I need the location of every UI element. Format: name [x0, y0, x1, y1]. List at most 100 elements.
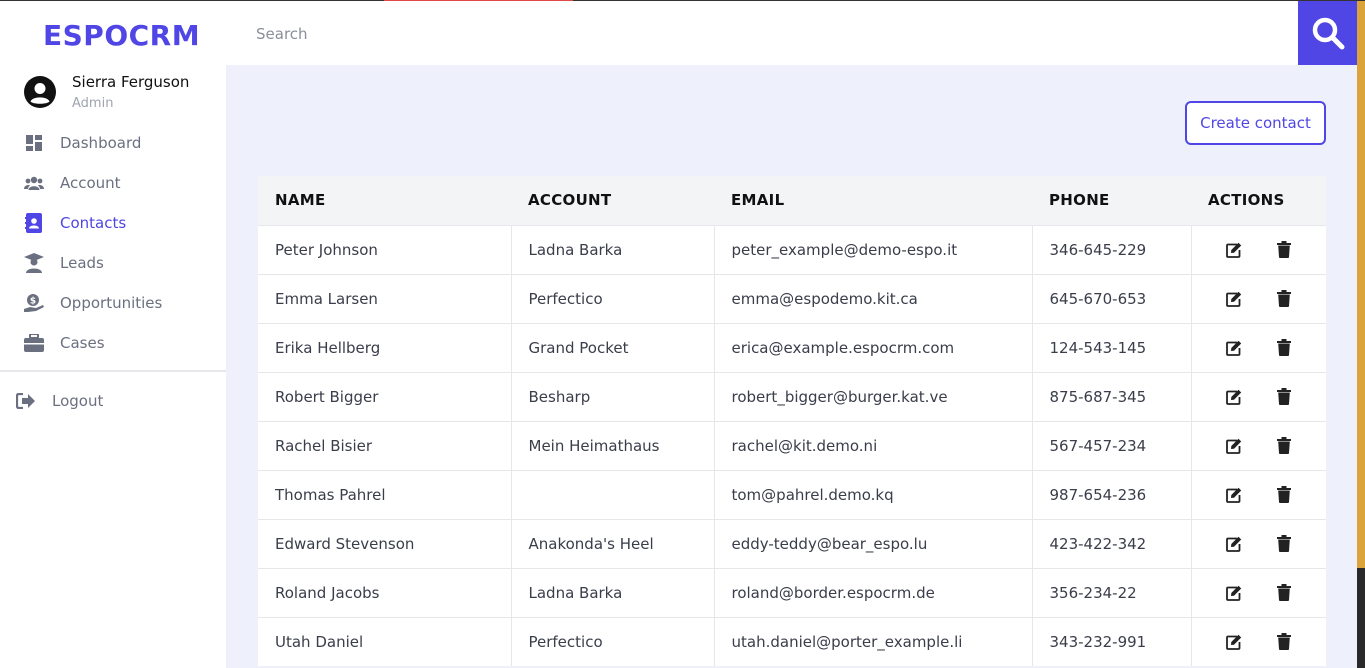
edit-icon[interactable]	[1225, 290, 1243, 308]
edit-icon[interactable]	[1225, 486, 1243, 504]
trash-icon[interactable]	[1275, 241, 1293, 259]
sidebar-item-dashboard[interactable]: Dashboard	[0, 123, 226, 163]
edit-icon[interactable]	[1225, 339, 1243, 357]
cell-name[interactable]: Utah Daniel	[258, 616, 512, 666]
app-logo[interactable]: ESPOCRM	[43, 19, 200, 52]
column-header-name[interactable]: NAME	[258, 176, 511, 225]
cell-account[interactable]: Perfectico	[511, 616, 715, 666]
graduate-user-icon	[24, 253, 44, 273]
cell-actions	[1191, 518, 1326, 568]
user-name: Sierra Ferguson	[72, 73, 190, 91]
search-button[interactable]	[1298, 1, 1358, 65]
sidebar-item-account[interactable]: Account	[0, 163, 226, 203]
cell-email[interactable]: utah.daniel@porter_example.li	[714, 616, 1033, 666]
table-row[interactable]: Peter Johnson Ladna Barka peter_example@de…	[258, 224, 1326, 274]
trash-icon[interactable]	[1275, 437, 1293, 455]
user-profile[interactable]: Sierra Ferguson Admin	[24, 73, 224, 115]
cell-email[interactable]: peter_example@demo-espo.it	[714, 224, 1033, 274]
cell-email[interactable]: eddy-teddy@bear_espo.lu	[714, 518, 1033, 568]
users-icon	[24, 173, 44, 193]
cell-name[interactable]: Peter Johnson	[258, 224, 512, 274]
cell-account[interactable]: Mein Heimathaus	[511, 420, 715, 470]
edit-icon[interactable]	[1225, 535, 1243, 553]
cell-name[interactable]: Robert Bigger	[258, 371, 512, 421]
column-header-phone[interactable]: PHONE	[1032, 176, 1191, 225]
cell-actions	[1191, 469, 1326, 519]
table-row[interactable]: Emma Larsen Perfectico emma@espodemo.kit.c…	[258, 273, 1326, 323]
cell-name[interactable]: Thomas Pahrel	[258, 469, 512, 519]
cell-account[interactable]: Ladna Barka	[511, 224, 715, 274]
cell-account[interactable]: Ladna Barka	[511, 567, 715, 617]
trash-icon[interactable]	[1275, 535, 1293, 553]
cell-name[interactable]: Erika Hellberg	[258, 322, 512, 372]
logout-label: Logout	[52, 392, 104, 410]
edit-icon[interactable]	[1225, 584, 1243, 602]
edit-icon[interactable]	[1225, 388, 1243, 406]
cell-account[interactable]	[511, 469, 715, 519]
sidebar-item-opportunities[interactable]: $ Opportunities	[0, 283, 226, 323]
create-contact-button[interactable]: Create contact	[1185, 101, 1326, 145]
cell-email[interactable]: tom@pahrel.demo.kq	[714, 469, 1033, 519]
logout-button[interactable]: Logout	[0, 381, 226, 421]
svg-text:$: $	[30, 297, 36, 307]
cell-email[interactable]: rachel@kit.demo.ni	[714, 420, 1033, 470]
edit-icon[interactable]	[1225, 633, 1243, 651]
cell-actions	[1191, 224, 1326, 274]
money-hand-icon: $	[24, 293, 44, 313]
sidebar-item-label: Contacts	[60, 214, 127, 232]
scrollbar-track[interactable]	[1357, 1, 1365, 568]
edit-icon[interactable]	[1225, 437, 1243, 455]
cell-email[interactable]: erica@example.espocrm.com	[714, 322, 1033, 372]
column-header-account[interactable]: ACCOUNT	[511, 176, 714, 225]
sidebar-item-label: Dashboard	[60, 134, 142, 152]
table-row[interactable]: Utah Daniel Perfectico utah.daniel@porter_…	[258, 616, 1326, 666]
trash-icon[interactable]	[1275, 388, 1293, 406]
edit-icon[interactable]	[1225, 241, 1243, 259]
cell-phone: 356-234-22	[1032, 567, 1192, 617]
cell-account[interactable]: Grand Pocket	[511, 322, 715, 372]
main-content: Create contact NAME ACCOUNT EMAIL PHONE …	[226, 65, 1357, 668]
user-role: Admin	[72, 96, 114, 111]
search-icon	[1312, 17, 1345, 50]
cell-name[interactable]: Edward Stevenson	[258, 518, 512, 568]
table-row[interactable]: Robert Bigger Besharp robert_bigger@burger…	[258, 371, 1326, 421]
trash-icon[interactable]	[1275, 584, 1293, 602]
sidebar-item-cases[interactable]: Cases	[0, 323, 226, 363]
sidebar-item-label: Opportunities	[60, 294, 163, 312]
sidebar-item-label: Leads	[60, 254, 104, 272]
cell-email[interactable]: robert_bigger@burger.kat.ve	[714, 371, 1033, 421]
cell-phone: 423-422-342	[1032, 518, 1192, 568]
cell-email[interactable]: roland@border.espocrm.de	[714, 567, 1033, 617]
cell-name[interactable]: Rachel Bisier	[258, 420, 512, 470]
cell-account[interactable]: Perfectico	[511, 273, 715, 323]
sidebar-nav: Dashboard Account Contacts Leads $ Oppor…	[0, 123, 226, 363]
table-row[interactable]: Edward Stevenson Anakonda's Heel eddy-tedd…	[258, 518, 1326, 568]
table-row[interactable]: Thomas Pahrel tom@pahrel.demo.kq 987-654-2…	[258, 469, 1326, 519]
cell-phone: 645-670-653	[1032, 273, 1192, 323]
briefcase-icon	[24, 333, 44, 353]
search-input[interactable]	[256, 15, 1256, 53]
trash-icon[interactable]	[1275, 486, 1293, 504]
sidebar-item-leads[interactable]: Leads	[0, 243, 226, 283]
cell-name[interactable]: Roland Jacobs	[258, 567, 512, 617]
sidebar-divider	[0, 370, 226, 372]
trash-icon[interactable]	[1275, 339, 1293, 357]
table-row[interactable]: Roland Jacobs Ladna Barka roland@border.es…	[258, 567, 1326, 617]
table-row[interactable]: Rachel Bisier Mein Heimathaus rachel@kit.d…	[258, 420, 1326, 470]
trash-icon[interactable]	[1275, 633, 1293, 651]
cell-account[interactable]: Besharp	[511, 371, 715, 421]
contacts-table: NAME ACCOUNT EMAIL PHONE ACTIONS Peter J…	[258, 176, 1326, 666]
cell-phone: 987-654-236	[1032, 469, 1192, 519]
table-row[interactable]: Erika Hellberg Grand Pocket erica@example.…	[258, 322, 1326, 372]
sidebar-item-contacts[interactable]: Contacts	[0, 203, 226, 243]
cell-name[interactable]: Emma Larsen	[258, 273, 512, 323]
scrollbar-thumb[interactable]	[1357, 568, 1365, 668]
column-header-email[interactable]: EMAIL	[714, 176, 1032, 225]
cell-actions	[1191, 273, 1326, 323]
cell-actions	[1191, 567, 1326, 617]
cell-phone: 875-687-345	[1032, 371, 1192, 421]
cell-email[interactable]: emma@espodemo.kit.ca	[714, 273, 1033, 323]
trash-icon[interactable]	[1275, 290, 1293, 308]
table-body: Peter Johnson Ladna Barka peter_example@de…	[258, 224, 1326, 666]
cell-account[interactable]: Anakonda's Heel	[511, 518, 715, 568]
